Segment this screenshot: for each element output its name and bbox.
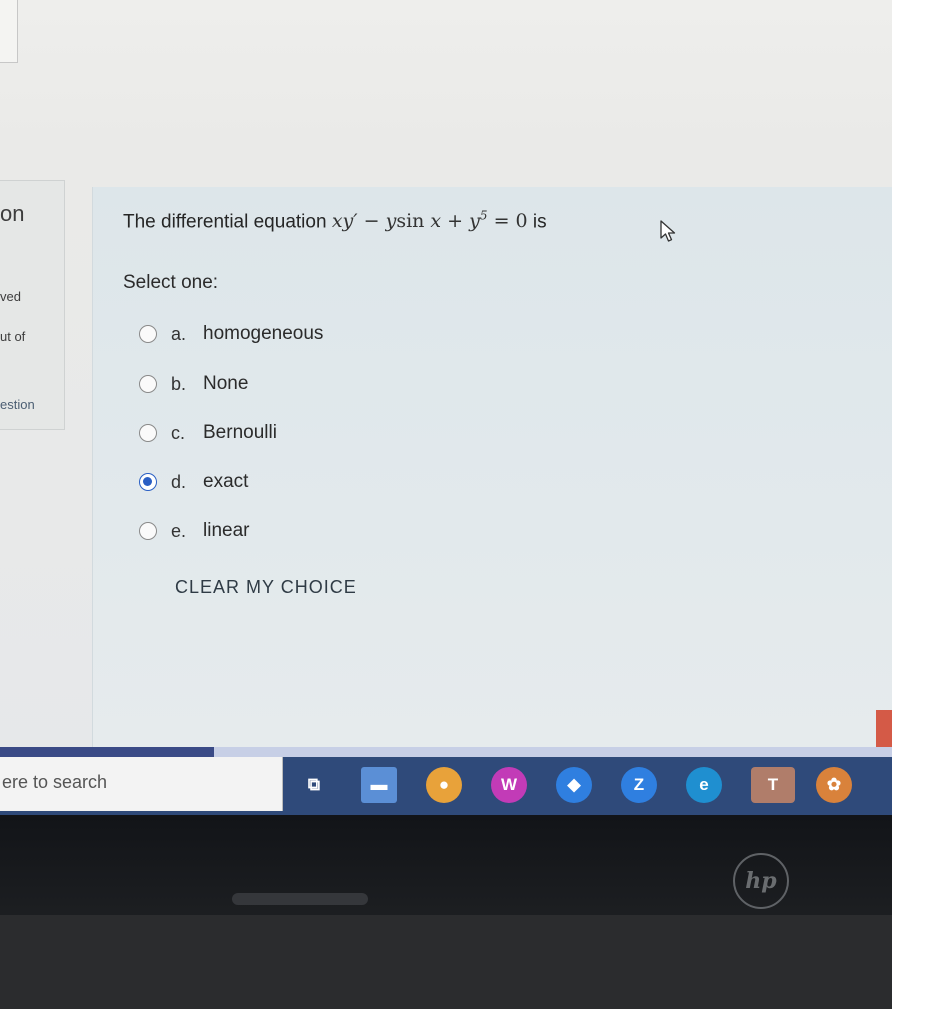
- clear-my-choice-link[interactable]: CLEAR MY CHOICE: [175, 577, 357, 598]
- info-status: ved: [0, 289, 21, 304]
- radio-option-d[interactable]: [139, 473, 157, 491]
- option-letter: e.: [171, 520, 187, 541]
- option-text: linear: [203, 520, 250, 541]
- select-one-label: Select one:: [123, 272, 219, 293]
- top-input-box: [0, 0, 18, 63]
- taskbar-search-box[interactable]: ere to search: [0, 757, 283, 811]
- bezel-lip: [0, 915, 892, 1009]
- option-text: Bernoulli: [203, 422, 277, 443]
- option-letter: d.: [171, 471, 187, 492]
- option-b[interactable]: b. None: [139, 371, 248, 397]
- option-text: None: [203, 373, 249, 394]
- bird-app-icon[interactable]: ✿: [816, 767, 852, 803]
- w-app-icon[interactable]: W: [491, 767, 527, 803]
- option-text: exact: [203, 471, 249, 492]
- question-prefix: The differential equation: [123, 211, 327, 233]
- info-mark: ut of: [0, 329, 26, 344]
- option-letter: a.: [171, 323, 187, 344]
- option-e[interactable]: e. linear: [139, 518, 249, 544]
- radio-option-c[interactable]: [139, 424, 157, 442]
- info-title: on: [0, 201, 25, 226]
- question-panel: The differential equation xy′ − ysin x +…: [92, 187, 892, 747]
- option-letter: c.: [171, 422, 186, 443]
- page-progress-strip: [0, 747, 892, 757]
- question-suffix: is: [527, 211, 547, 233]
- file-explorer-icon[interactable]: ▬: [361, 767, 397, 803]
- question-info-panel: on ved ut of estion: [0, 180, 65, 430]
- hp-logo-icon: hp: [733, 853, 789, 909]
- bezel-glare: [232, 893, 368, 905]
- option-c[interactable]: c. Bernoulli: [139, 420, 277, 446]
- flag-question-link[interactable]: estion: [0, 397, 35, 412]
- task-view-icon[interactable]: ⧉: [296, 767, 332, 803]
- chrome-icon[interactable]: ●: [426, 767, 462, 803]
- option-d[interactable]: d. exact: [139, 469, 248, 495]
- edge-icon[interactable]: e: [686, 767, 722, 803]
- progress-fill: [0, 747, 215, 757]
- option-letter: b.: [171, 373, 187, 394]
- option-text: homogeneous: [203, 323, 324, 344]
- radio-option-a[interactable]: [139, 325, 157, 343]
- question-text: The differential equation xy′ − ysin x +…: [123, 209, 547, 233]
- equation: xy′ − ysin x + y5 = 0: [331, 209, 528, 233]
- navigation-app-icon[interactable]: ◆: [556, 767, 592, 803]
- radio-option-e[interactable]: [139, 522, 157, 540]
- option-a[interactable]: a. homogeneous: [139, 321, 323, 347]
- screen: on ved ut of estion The differential equ…: [0, 0, 892, 815]
- z-app-icon[interactable]: Z: [621, 767, 657, 803]
- mouse-cursor-icon: [660, 220, 676, 242]
- radio-option-b[interactable]: [139, 375, 157, 393]
- taskbar: ere to search ⧉ ▬ ● W ◆ Ze T ✿: [0, 757, 892, 815]
- laptop-bezel: hp: [0, 815, 892, 1009]
- search-placeholder: ere to search: [2, 772, 108, 792]
- teams-icon[interactable]: T: [751, 767, 795, 803]
